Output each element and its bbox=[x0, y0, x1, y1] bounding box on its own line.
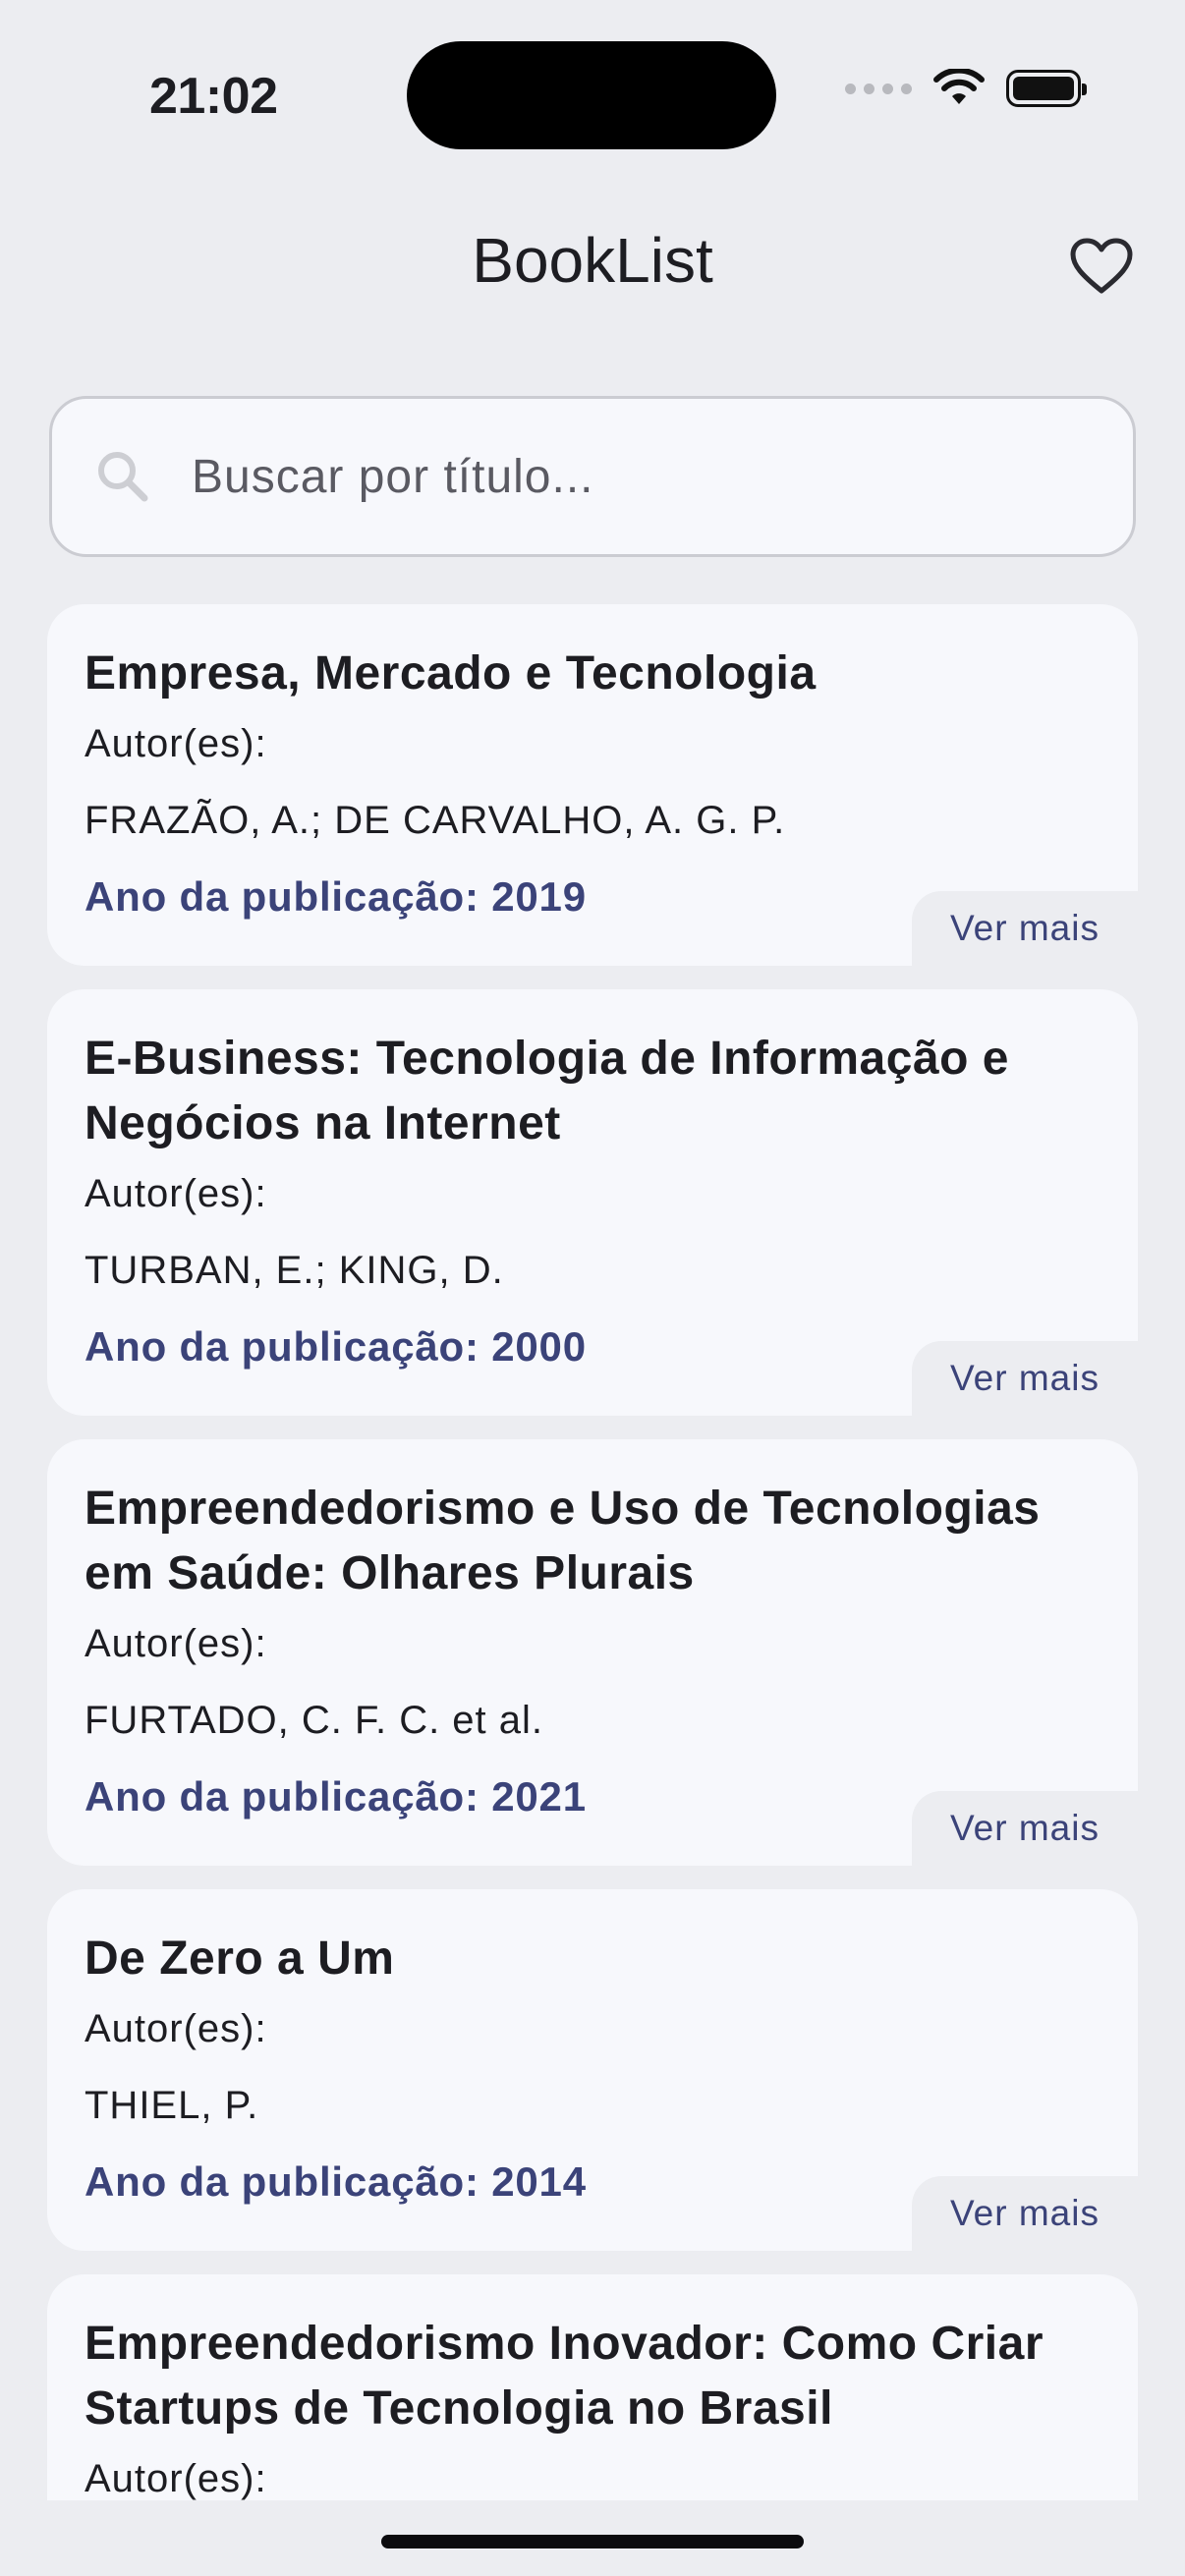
book-title: E-Business: Tecnologia de Informação e N… bbox=[85, 1033, 1009, 1149]
author-label: Autor(es): bbox=[85, 1622, 267, 1665]
book-list[interactable]: Empresa, Mercado e Tecnologia Autor(es):… bbox=[47, 604, 1138, 2500]
book-card[interactable]: De Zero a Um Autor(es): THIEL, P. Ano da… bbox=[47, 1889, 1138, 2251]
author-label: Autor(es): bbox=[85, 722, 267, 765]
book-title: Empreendedorismo Inovador: Como Criar St… bbox=[85, 2318, 1044, 2435]
author-names: FRAZÃO, A.; DE CARVALHO, A. G. P. bbox=[85, 799, 786, 842]
cellular-signal-icon bbox=[845, 83, 912, 94]
see-more-button[interactable]: Ver mais bbox=[912, 891, 1138, 966]
wifi-icon bbox=[933, 69, 985, 104]
see-more-button[interactable]: Ver mais bbox=[912, 2176, 1138, 2251]
author-label: Autor(es): bbox=[85, 2007, 267, 2050]
dynamic-island bbox=[407, 41, 776, 149]
page-title: BookList bbox=[472, 225, 713, 296]
status-time: 21:02 bbox=[149, 68, 278, 125]
status-icons bbox=[845, 69, 1087, 108]
see-more-button[interactable]: Ver mais bbox=[912, 1791, 1138, 1866]
book-card[interactable]: Empreendedorismo e Uso de Tecnologias em… bbox=[47, 1439, 1138, 1866]
author-label: Autor(es): bbox=[85, 2457, 267, 2500]
author-names: FURTADO, C. F. C. et al. bbox=[85, 1699, 544, 1742]
search-bar[interactable] bbox=[49, 396, 1136, 557]
home-indicator[interactable] bbox=[381, 2535, 804, 2548]
book-card[interactable]: Empreendedorismo Inovador: Como Criar St… bbox=[47, 2274, 1138, 2500]
book-title: Empresa, Mercado e Tecnologia bbox=[85, 647, 817, 700]
book-card[interactable]: E-Business: Tecnologia de Informação e N… bbox=[47, 989, 1138, 1416]
search-icon bbox=[91, 445, 154, 508]
search-input[interactable] bbox=[190, 448, 1078, 505]
book-card[interactable]: Empresa, Mercado e Tecnologia Autor(es):… bbox=[47, 604, 1138, 966]
book-title: De Zero a Um bbox=[85, 1932, 395, 1985]
author-names: THIEL, P. bbox=[85, 2084, 259, 2127]
author-names: TURBAN, E.; KING, D. bbox=[85, 1249, 504, 1292]
book-title: Empreendedorismo e Uso de Tecnologias em… bbox=[85, 1483, 1041, 1599]
favorites-button[interactable] bbox=[1067, 232, 1136, 301]
author-label: Autor(es): bbox=[85, 1172, 267, 1215]
heart-outline-icon bbox=[1070, 238, 1133, 294]
battery-icon bbox=[1006, 70, 1087, 107]
see-more-button[interactable]: Ver mais bbox=[912, 1341, 1138, 1416]
